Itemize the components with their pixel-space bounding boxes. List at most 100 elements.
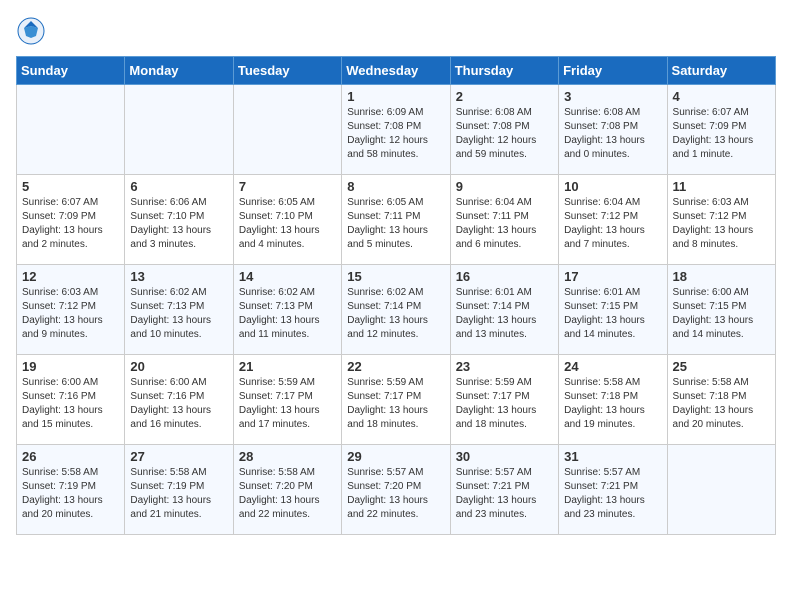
day-info: Sunrise: 5:59 AM Sunset: 7:17 PM Dayligh… [239,376,336,432]
day-number: 15 [347,269,444,284]
day-info: Sunrise: 5:58 AM Sunset: 7:20 PM Dayligh… [239,466,336,522]
logo-icon [16,16,46,46]
day-info: Sunrise: 5:57 AM Sunset: 7:20 PM Dayligh… [347,466,444,522]
day-info: Sunrise: 6:05 AM Sunset: 7:10 PM Dayligh… [239,196,336,252]
calendar-cell: 24 Sunrise: 5:58 AM Sunset: 7:18 PM Dayli… [559,355,667,445]
calendar-cell: 20 Sunrise: 6:00 AM Sunset: 7:16 PM Dayli… [125,355,233,445]
calendar-cell: 25 Sunrise: 5:58 AM Sunset: 7:18 PM Dayli… [667,355,775,445]
weekday-header-cell: Thursday [450,57,558,85]
day-info: Sunrise: 6:01 AM Sunset: 7:15 PM Dayligh… [564,286,661,342]
day-number: 25 [673,359,770,374]
calendar-cell: 29 Sunrise: 5:57 AM Sunset: 7:20 PM Dayli… [342,445,450,535]
day-info: Sunrise: 6:00 AM Sunset: 7:16 PM Dayligh… [22,376,119,432]
logo [16,16,50,46]
page-header [16,16,776,46]
calendar-cell: 12 Sunrise: 6:03 AM Sunset: 7:12 PM Dayli… [17,265,125,355]
day-number: 24 [564,359,661,374]
weekday-header-row: SundayMondayTuesdayWednesdayThursdayFrid… [17,57,776,85]
day-number: 5 [22,179,119,194]
day-info: Sunrise: 6:02 AM Sunset: 7:14 PM Dayligh… [347,286,444,342]
calendar-cell: 17 Sunrise: 6:01 AM Sunset: 7:15 PM Dayli… [559,265,667,355]
day-number: 21 [239,359,336,374]
day-info: Sunrise: 5:59 AM Sunset: 7:17 PM Dayligh… [347,376,444,432]
day-number: 1 [347,89,444,104]
calendar-cell: 23 Sunrise: 5:59 AM Sunset: 7:17 PM Dayli… [450,355,558,445]
calendar-cell: 4 Sunrise: 6:07 AM Sunset: 7:09 PM Daylig… [667,85,775,175]
calendar-row: 12 Sunrise: 6:03 AM Sunset: 7:12 PM Dayli… [17,265,776,355]
day-number: 4 [673,89,770,104]
calendar-row: 26 Sunrise: 5:58 AM Sunset: 7:19 PM Dayli… [17,445,776,535]
day-number: 12 [22,269,119,284]
day-number: 27 [130,449,227,464]
day-number: 6 [130,179,227,194]
day-info: Sunrise: 5:59 AM Sunset: 7:17 PM Dayligh… [456,376,553,432]
day-number: 23 [456,359,553,374]
calendar-cell: 7Sunrise: 6:05 AM Sunset: 7:10 PM Daylig… [233,175,341,265]
calendar-row: 5 Sunrise: 6:07 AM Sunset: 7:09 PM Daylig… [17,175,776,265]
calendar-cell: 5 Sunrise: 6:07 AM Sunset: 7:09 PM Daylig… [17,175,125,265]
day-number: 10 [564,179,661,194]
calendar-table: SundayMondayTuesdayWednesdayThursdayFrid… [16,56,776,535]
day-number: 11 [673,179,770,194]
day-number: 2 [456,89,553,104]
day-info: Sunrise: 5:57 AM Sunset: 7:21 PM Dayligh… [456,466,553,522]
day-number: 3 [564,89,661,104]
day-number: 8 [347,179,444,194]
calendar-cell: 26 Sunrise: 5:58 AM Sunset: 7:19 PM Dayli… [17,445,125,535]
calendar-cell: 30 Sunrise: 5:57 AM Sunset: 7:21 PM Dayli… [450,445,558,535]
calendar-cell: 1 Sunrise: 6:09 AM Sunset: 7:08 PM Daylig… [342,85,450,175]
day-info: Sunrise: 6:07 AM Sunset: 7:09 PM Dayligh… [673,106,770,162]
calendar-cell: 22 Sunrise: 5:59 AM Sunset: 7:17 PM Dayli… [342,355,450,445]
weekday-header-cell: Saturday [667,57,775,85]
day-info: Sunrise: 5:58 AM Sunset: 7:19 PM Dayligh… [22,466,119,522]
calendar-cell [17,85,125,175]
day-info: Sunrise: 5:57 AM Sunset: 7:21 PM Dayligh… [564,466,661,522]
day-number: 26 [22,449,119,464]
calendar-row: 1 Sunrise: 6:09 AM Sunset: 7:08 PM Daylig… [17,85,776,175]
day-info: Sunrise: 6:06 AM Sunset: 7:10 PM Dayligh… [130,196,227,252]
day-number: 14 [239,269,336,284]
day-number: 18 [673,269,770,284]
weekday-header-cell: Wednesday [342,57,450,85]
calendar-cell: 3 Sunrise: 6:08 AM Sunset: 7:08 PM Daylig… [559,85,667,175]
day-info: Sunrise: 6:03 AM Sunset: 7:12 PM Dayligh… [673,196,770,252]
day-number: 30 [456,449,553,464]
calendar-cell [667,445,775,535]
day-number: 19 [22,359,119,374]
day-info: Sunrise: 6:07 AM Sunset: 7:09 PM Dayligh… [22,196,119,252]
calendar-cell: 19 Sunrise: 6:00 AM Sunset: 7:16 PM Dayli… [17,355,125,445]
day-number: 16 [456,269,553,284]
day-info: Sunrise: 6:08 AM Sunset: 7:08 PM Dayligh… [564,106,661,162]
day-info: Sunrise: 6:04 AM Sunset: 7:11 PM Dayligh… [456,196,553,252]
calendar-cell: 14 Sunrise: 6:02 AM Sunset: 7:13 PM Dayli… [233,265,341,355]
weekday-header-cell: Friday [559,57,667,85]
day-info: Sunrise: 6:04 AM Sunset: 7:12 PM Dayligh… [564,196,661,252]
weekday-header-cell: Tuesday [233,57,341,85]
day-number: 13 [130,269,227,284]
day-info: Sunrise: 6:00 AM Sunset: 7:15 PM Dayligh… [673,286,770,342]
calendar-cell: 21 Sunrise: 5:59 AM Sunset: 7:17 PM Dayli… [233,355,341,445]
day-info: Sunrise: 5:58 AM Sunset: 7:18 PM Dayligh… [673,376,770,432]
calendar-cell: 15 Sunrise: 6:02 AM Sunset: 7:14 PM Dayli… [342,265,450,355]
day-info: Sunrise: 6:02 AM Sunset: 7:13 PM Dayligh… [239,286,336,342]
calendar-cell: 11 Sunrise: 6:03 AM Sunset: 7:12 PM Dayli… [667,175,775,265]
day-number: 20 [130,359,227,374]
calendar-cell: 31Sunrise: 5:57 AM Sunset: 7:21 PM Dayli… [559,445,667,535]
day-info: Sunrise: 6:01 AM Sunset: 7:14 PM Dayligh… [456,286,553,342]
day-number: 9 [456,179,553,194]
calendar-body: 1 Sunrise: 6:09 AM Sunset: 7:08 PM Daylig… [17,85,776,535]
day-number: 29 [347,449,444,464]
calendar-cell: 18 Sunrise: 6:00 AM Sunset: 7:15 PM Dayli… [667,265,775,355]
day-info: Sunrise: 6:05 AM Sunset: 7:11 PM Dayligh… [347,196,444,252]
day-info: Sunrise: 6:03 AM Sunset: 7:12 PM Dayligh… [22,286,119,342]
day-info: Sunrise: 6:00 AM Sunset: 7:16 PM Dayligh… [130,376,227,432]
day-info: Sunrise: 6:09 AM Sunset: 7:08 PM Dayligh… [347,106,444,162]
day-info: Sunrise: 6:02 AM Sunset: 7:13 PM Dayligh… [130,286,227,342]
day-number: 22 [347,359,444,374]
day-info: Sunrise: 5:58 AM Sunset: 7:19 PM Dayligh… [130,466,227,522]
day-number: 17 [564,269,661,284]
calendar-header: SundayMondayTuesdayWednesdayThursdayFrid… [17,57,776,85]
calendar-row: 19 Sunrise: 6:00 AM Sunset: 7:16 PM Dayli… [17,355,776,445]
calendar-cell: 8 Sunrise: 6:05 AM Sunset: 7:11 PM Daylig… [342,175,450,265]
day-info: Sunrise: 5:58 AM Sunset: 7:18 PM Dayligh… [564,376,661,432]
